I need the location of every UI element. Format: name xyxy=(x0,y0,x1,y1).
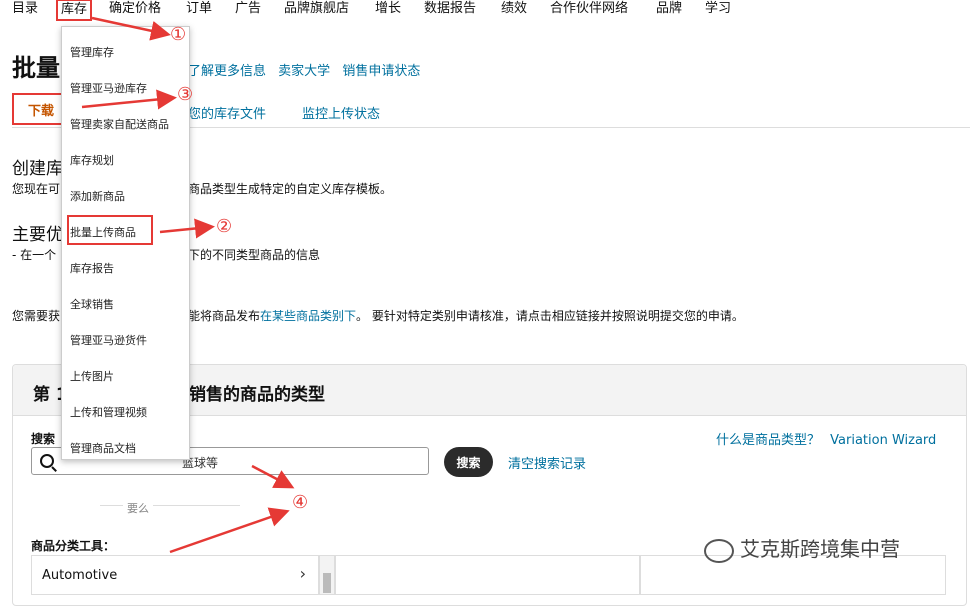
wechat-icon xyxy=(704,538,734,563)
bulk-upload-highlight xyxy=(67,215,153,245)
notice-text-b: 能将商品发布 xyxy=(188,309,261,323)
annotation-1: ① xyxy=(170,24,187,45)
section-benefits-text-b: 下的不同类型商品的信息 xyxy=(188,248,321,262)
nav-orders[interactable]: 订单 xyxy=(186,0,212,18)
menu-item-global-selling[interactable]: 全球销售 xyxy=(70,296,114,312)
section-create-text-a: 您现在可 xyxy=(12,182,61,196)
menu-item-manage-fbm-products[interactable]: 管理卖家自配送商品 xyxy=(70,116,169,132)
search-icon xyxy=(40,454,54,468)
selling-application-status-link[interactable]: 销售申请状态 xyxy=(342,64,420,79)
annotation-3: ③ xyxy=(177,84,194,105)
annotation-4: ④ xyxy=(292,492,309,513)
category-column-1: Automotive › xyxy=(31,555,319,595)
menu-item-manage-documents[interactable]: 管理商品文档 xyxy=(70,440,136,456)
tab-inventory-file[interactable]: 您的库存文件 xyxy=(188,103,266,122)
notice-text-a: 您需要获 xyxy=(12,309,61,323)
category-tool-label: 商品分类工具： xyxy=(31,539,116,553)
notice-text-c: 。 要针对特定类别申请核准，请点击相应链接并按照说明提交您的申请。 xyxy=(356,309,744,323)
menu-item-manage-fba-inventory[interactable]: 管理亚马逊库存 xyxy=(70,80,147,96)
scrollbar-thumb[interactable] xyxy=(323,573,331,593)
menu-item-inventory-planning[interactable]: 库存规划 xyxy=(70,152,114,168)
page-title: 批量 xyxy=(12,54,60,82)
section-create-text-b: 商品类型生成特定的自定义库存模板。 xyxy=(188,182,393,196)
seller-university-link[interactable]: 卖家大学 xyxy=(278,64,330,79)
menu-item-manage-inventory[interactable]: 管理库存 xyxy=(70,44,114,60)
nav-learn[interactable]: 学习 xyxy=(705,0,731,18)
variation-wizard-link[interactable]: Variation Wizard xyxy=(830,433,936,448)
nav-reports[interactable]: 数据报告 xyxy=(424,0,476,18)
category-item-automotive[interactable]: Automotive xyxy=(42,568,117,583)
nav-inventory[interactable]: 库存 xyxy=(56,0,93,21)
section-benefits-text-a: - 在一个 xyxy=(12,248,57,262)
nav-brands[interactable]: 品牌 xyxy=(656,0,682,18)
nav-pricing[interactable]: 确定价格 xyxy=(109,0,161,18)
menu-item-upload-images[interactable]: 上传图片 xyxy=(70,368,114,384)
header-links: 了解更多信息 卖家大学 销售申请状态 xyxy=(188,60,428,79)
nav-catalog[interactable]: 目录 xyxy=(12,0,38,18)
annotation-2: ② xyxy=(216,216,233,237)
menu-item-add-product[interactable]: 添加新商品 xyxy=(70,188,125,204)
watermark-text: 艾克斯跨境集中营 xyxy=(740,537,900,561)
search-button[interactable]: 搜索 xyxy=(444,447,493,477)
category-column-2 xyxy=(335,555,640,595)
menu-item-inventory-reports[interactable]: 库存报告 xyxy=(70,260,114,276)
nav-brand-stores[interactable]: 品牌旗舰店 xyxy=(284,0,349,18)
category-scrollbar[interactable] xyxy=(319,555,335,595)
menu-item-manage-shipments[interactable]: 管理亚马逊货件 xyxy=(70,332,147,348)
watermark: 艾克斯跨境集中营 xyxy=(704,533,900,563)
card-title-b: 销售的商品的类型 xyxy=(189,385,325,405)
category-approval-link[interactable]: 在某些商品类别下 xyxy=(260,309,356,323)
or-divider xyxy=(100,505,240,506)
search-label: 搜索 xyxy=(31,432,56,446)
what-is-product-type-link[interactable]: 什么是商品类型？ xyxy=(716,433,820,448)
nav-partner-network[interactable]: 合作伙伴网络 xyxy=(550,0,628,18)
or-text: 要么 xyxy=(123,500,153,516)
nav-growth[interactable]: 增长 xyxy=(375,0,401,18)
chevron-right-icon: › xyxy=(299,564,306,583)
section-create-title: 创建库 xyxy=(12,159,63,179)
section-benefits-title: 主要优 xyxy=(12,225,63,245)
nav-advertising[interactable]: 广告 xyxy=(235,0,261,18)
nav-performance[interactable]: 绩效 xyxy=(501,0,527,18)
top-navigation: 目录 库存 确定价格 订单 广告 品牌旗舰店 增长 数据报告 绩效 合作伙伴网络… xyxy=(0,0,970,22)
learn-more-link[interactable]: 了解更多信息 xyxy=(188,64,266,79)
tab-monitor-upload[interactable]: 监控上传状态 xyxy=(302,103,380,122)
card-help-links: 什么是商品类型？ Variation Wizard xyxy=(716,429,936,448)
notice-text: 能将商品发布在某些商品类别下。 要针对特定类别申请核准，请点击相应链接并按照说明… xyxy=(188,307,744,324)
menu-item-upload-videos[interactable]: 上传和管理视频 xyxy=(70,404,147,420)
clear-search-history-link[interactable]: 清空搜索记录 xyxy=(508,453,586,472)
